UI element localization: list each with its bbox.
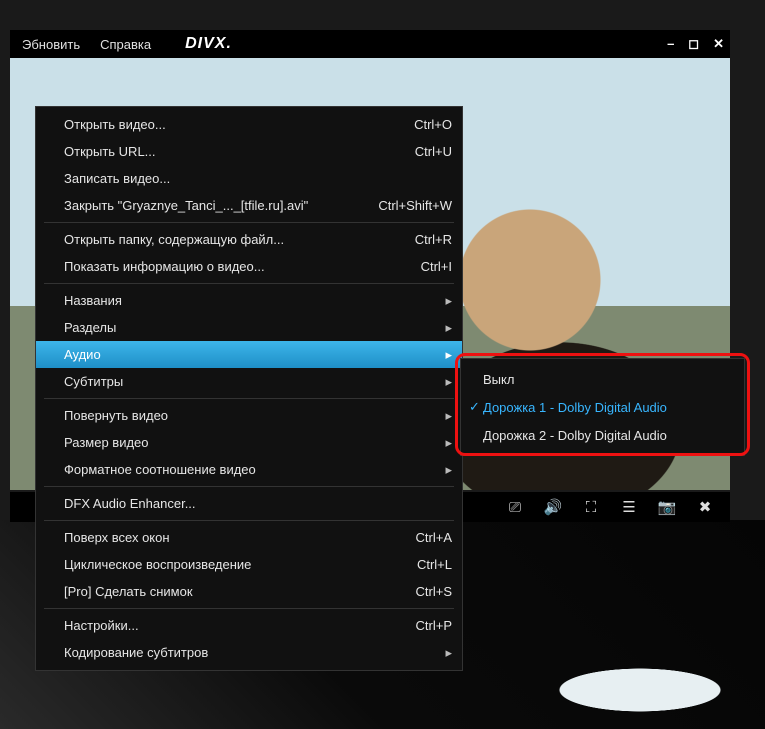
chevron-right-icon: ▸ xyxy=(440,374,452,390)
separator xyxy=(44,283,454,284)
ctx-label: Поверх всех окон xyxy=(64,530,416,545)
ctx-aspect[interactable]: Форматное соотношение видео ▸ xyxy=(36,456,462,483)
ctx-label: Настройки... xyxy=(64,618,416,633)
ctx-settings[interactable]: Настройки... Ctrl+P xyxy=(36,612,462,639)
ctx-open-url[interactable]: Открыть URL... Ctrl+U xyxy=(36,138,462,165)
ctx-label: Циклическое воспроизведение xyxy=(64,557,417,572)
cc-icon[interactable]: ⎚ xyxy=(506,498,524,516)
window-controls: – ◻ ✕ xyxy=(667,36,724,52)
ctx-label: DFX Audio Enhancer... xyxy=(64,496,452,511)
chevron-right-icon: ▸ xyxy=(440,347,452,363)
hotkey: Ctrl+I xyxy=(421,259,452,274)
titlebar: Эбновить Справка DIVX. – ◻ ✕ xyxy=(10,30,730,58)
snapshot-icon[interactable]: 📷 xyxy=(658,498,676,516)
divx-logo: DIVX. xyxy=(185,35,232,53)
hotkey: Ctrl+U xyxy=(415,144,452,159)
ctx-audio[interactable]: Аудио ▸ xyxy=(36,341,462,368)
audio-off[interactable]: Выкл xyxy=(461,365,744,393)
hotkey: Ctrl+A xyxy=(416,530,452,545)
maximize-button[interactable]: ◻ xyxy=(688,36,699,52)
volume-icon[interactable]: 🔊 xyxy=(544,498,562,516)
close-button[interactable]: ✕ xyxy=(713,36,724,52)
chevron-right-icon: ▸ xyxy=(440,293,452,309)
ctx-record-video[interactable]: Записать видео... xyxy=(36,165,462,192)
submenu-label: Дорожка 2 - Dolby Digital Audio xyxy=(483,428,667,443)
submenu-label: Дорожка 1 - Dolby Digital Audio xyxy=(483,400,667,415)
submenu-label: Выкл xyxy=(483,372,514,387)
chevron-right-icon: ▸ xyxy=(440,320,452,336)
fullscreen-icon[interactable]: ⛶ xyxy=(582,498,600,516)
ctx-label: Форматное соотношение видео xyxy=(64,462,440,477)
ctx-label: Повернуть видео xyxy=(64,408,440,423)
hotkey: Ctrl+R xyxy=(415,232,452,247)
ctx-label: Субтитры xyxy=(64,374,440,389)
context-menu: Открыть видео... Ctrl+O Открыть URL... C… xyxy=(35,106,463,671)
audio-track-1[interactable]: ✓ Дорожка 1 - Dolby Digital Audio xyxy=(461,393,744,421)
ctx-titles[interactable]: Названия ▸ xyxy=(36,287,462,314)
ctx-label: Показать информацию о видео... xyxy=(64,259,421,274)
ctx-label: [Pro] Сделать снимок xyxy=(64,584,416,599)
ctx-label: Разделы xyxy=(64,320,440,335)
minimize-button[interactable]: – xyxy=(667,36,674,52)
ctx-label: Открыть видео... xyxy=(64,117,414,132)
ctx-ontop[interactable]: Поверх всех окон Ctrl+A xyxy=(36,524,462,551)
hotkey: Ctrl+Shift+W xyxy=(378,198,452,213)
audio-track-2[interactable]: Дорожка 2 - Dolby Digital Audio xyxy=(461,421,744,449)
chevron-right-icon: ▸ xyxy=(440,645,452,661)
ctx-snapshot[interactable]: [Pro] Сделать снимок Ctrl+S xyxy=(36,578,462,605)
menu-refresh[interactable]: Эбновить xyxy=(16,35,86,54)
ctx-label: Размер видео xyxy=(64,435,440,450)
ctx-subtitles[interactable]: Субтитры ▸ xyxy=(36,368,462,395)
ctx-show-info[interactable]: Показать информацию о видео... Ctrl+I xyxy=(36,253,462,280)
ctx-dfx[interactable]: DFX Audio Enhancer... xyxy=(36,490,462,517)
hotkey: Ctrl+P xyxy=(416,618,452,633)
ctx-label: Открыть папку, содержащую файл... xyxy=(64,232,415,247)
hotkey: Ctrl+S xyxy=(416,584,452,599)
ctx-label: Названия xyxy=(64,293,440,308)
chevron-right-icon: ▸ xyxy=(440,435,452,451)
separator xyxy=(44,222,454,223)
ctx-open-folder[interactable]: Открыть папку, содержащую файл... Ctrl+R xyxy=(36,226,462,253)
ctx-label: Кодирование субтитров xyxy=(64,645,440,660)
menu-help[interactable]: Справка xyxy=(94,35,157,54)
ctx-loop[interactable]: Циклическое воспроизведение Ctrl+L xyxy=(36,551,462,578)
separator xyxy=(44,486,454,487)
ctx-label: Записать видео... xyxy=(64,171,452,186)
chevron-right-icon: ▸ xyxy=(440,462,452,478)
ctx-rotate[interactable]: Повернуть видео ▸ xyxy=(36,402,462,429)
ctx-video-size[interactable]: Размер видео ▸ xyxy=(36,429,462,456)
ctx-label: Открыть URL... xyxy=(64,144,415,159)
audio-submenu: Выкл ✓ Дорожка 1 - Dolby Digital Audio Д… xyxy=(460,358,745,456)
separator xyxy=(44,520,454,521)
ctx-close-file[interactable]: Закрыть "Gryaznye_Tanci_..._[tfile.ru].a… xyxy=(36,192,462,219)
ctx-label: Аудио xyxy=(64,347,440,362)
ctx-label: Закрыть "Gryaznye_Tanci_..._[tfile.ru].a… xyxy=(64,198,378,213)
ctx-open-video[interactable]: Открыть видео... Ctrl+O xyxy=(36,111,462,138)
ctx-chapters[interactable]: Разделы ▸ xyxy=(36,314,462,341)
hotkey: Ctrl+L xyxy=(417,557,452,572)
hotkey: Ctrl+O xyxy=(414,117,452,132)
separator xyxy=(44,398,454,399)
separator xyxy=(44,608,454,609)
chevron-right-icon: ▸ xyxy=(440,408,452,424)
extra-icon[interactable]: ✖ xyxy=(696,498,714,516)
ctx-sub-encoding[interactable]: Кодирование субтитров ▸ xyxy=(36,639,462,666)
playlist-icon[interactable]: ☰ xyxy=(620,498,638,516)
check-icon: ✓ xyxy=(469,399,480,415)
